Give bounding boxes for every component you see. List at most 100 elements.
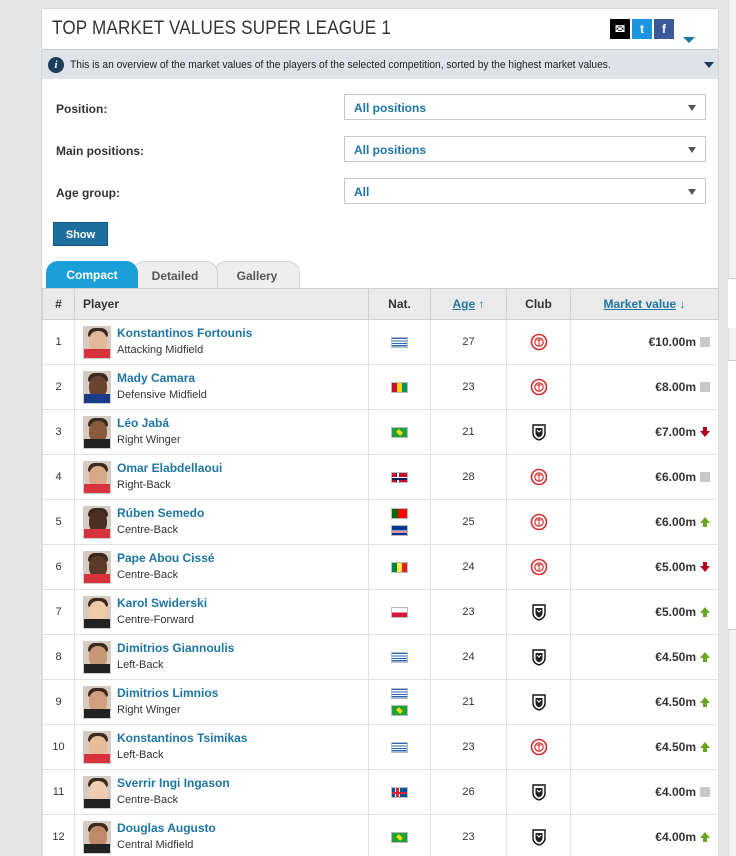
olympiacos-crest-icon[interactable] bbox=[530, 378, 548, 396]
player-name-link[interactable]: Rúben Semedo bbox=[117, 506, 204, 520]
player-name-link[interactable]: Dimitrios Limnios bbox=[117, 686, 218, 700]
player-photo[interactable] bbox=[83, 641, 111, 674]
right-column-box bbox=[728, 278, 736, 328]
player-photo[interactable] bbox=[83, 371, 111, 404]
paok-crest-icon[interactable] bbox=[530, 603, 548, 621]
position-select[interactable]: All positions bbox=[344, 94, 706, 120]
player-photo[interactable] bbox=[83, 461, 111, 494]
market-value-link[interactable]: €4.50m bbox=[655, 695, 696, 709]
olympiacos-crest-icon[interactable] bbox=[530, 333, 548, 351]
market-value-link[interactable]: €4.00m bbox=[655, 785, 696, 799]
rank-cell: 12 bbox=[42, 814, 75, 856]
table-row[interactable]: 11 Sverrir Ingi Ingason Centre-Back 26 €4.00… bbox=[42, 769, 719, 815]
player-photo[interactable] bbox=[83, 326, 111, 359]
col-header-number: # bbox=[42, 288, 75, 320]
info-bar[interactable]: i This is an overview of the market valu… bbox=[42, 49, 718, 79]
age-group-select[interactable]: All bbox=[344, 178, 706, 204]
olympiacos-crest-icon[interactable] bbox=[530, 738, 548, 756]
market-value-link[interactable]: €7.00m bbox=[655, 425, 696, 439]
paok-crest-icon[interactable] bbox=[530, 828, 548, 846]
table-row[interactable]: 4 Omar Elabdellaoui Right-Back 28 €6.00m bbox=[42, 454, 719, 500]
market-value-link[interactable]: €4.50m bbox=[655, 650, 696, 664]
paok-crest-icon[interactable] bbox=[530, 693, 548, 711]
show-button[interactable]: Show bbox=[53, 222, 108, 246]
rank-cell: 11 bbox=[42, 769, 75, 815]
player-name-link[interactable]: Konstantinos Tsimikas bbox=[117, 731, 247, 745]
player-photo[interactable] bbox=[83, 416, 111, 449]
player-cell: Dimitrios Limnios Right Winger bbox=[74, 679, 369, 725]
table-row[interactable]: 3 Léo Jabá Right Winger 21 €7.00m bbox=[42, 409, 719, 455]
table-row[interactable]: 7 Karol Swiderski Centre-Forward 23 €5.00m bbox=[42, 589, 719, 635]
market-value-link[interactable]: €5.00m bbox=[655, 605, 696, 619]
col-header-market-value[interactable]: Market value ↓ bbox=[570, 288, 719, 320]
player-name-link[interactable]: Mady Camara bbox=[117, 371, 195, 385]
table-row[interactable]: 12 Douglas Augusto Central Midfield 23 €4.00… bbox=[42, 814, 719, 856]
table-row[interactable]: 2 Mady Camara Defensive Midfield 23 €8.00m bbox=[42, 364, 719, 410]
col-header-age[interactable]: Age ↑ bbox=[430, 288, 507, 320]
player-name-link[interactable]: Pape Abou Cissé bbox=[117, 551, 215, 565]
market-value-link[interactable]: €8.00m bbox=[655, 380, 696, 394]
market-value-sort-link[interactable]: Market value bbox=[603, 297, 676, 311]
facebook-share-icon[interactable]: f bbox=[654, 19, 674, 39]
table-row[interactable]: 1 Konstantinos Fortounis Attacking Midfiel… bbox=[42, 319, 719, 365]
olympiacos-crest-icon[interactable] bbox=[530, 513, 548, 531]
market-value-cell: €5.00m bbox=[570, 589, 719, 635]
olympiacos-crest-icon[interactable] bbox=[530, 468, 548, 486]
flag-icon bbox=[391, 606, 408, 618]
market-value-link[interactable]: €5.00m bbox=[655, 560, 696, 574]
main-positions-select[interactable]: All positions bbox=[344, 136, 706, 162]
age-cell: 28 bbox=[430, 454, 507, 500]
player-name-link[interactable]: Sverrir Ingi Ingason bbox=[117, 776, 230, 790]
tab-detailed[interactable]: Detailed bbox=[132, 261, 218, 289]
info-icon: i bbox=[48, 57, 64, 73]
player-name-link[interactable]: Konstantinos Fortounis bbox=[117, 326, 252, 340]
select-value: All positions bbox=[354, 101, 426, 115]
player-photo[interactable] bbox=[83, 731, 111, 764]
player-photo[interactable] bbox=[83, 551, 111, 584]
player-name-link[interactable]: Douglas Augusto bbox=[117, 821, 216, 835]
player-name-link[interactable]: Léo Jabá bbox=[117, 416, 169, 430]
player-name-link[interactable]: Dimitrios Giannoulis bbox=[117, 641, 234, 655]
club-cell bbox=[506, 409, 571, 455]
age-cell: 23 bbox=[430, 589, 507, 635]
table-row[interactable]: 10 Konstantinos Tsimikas Left-Back 23 €4.50m bbox=[42, 724, 719, 770]
player-position: Centre-Back bbox=[117, 569, 179, 581]
market-value-link[interactable]: €6.00m bbox=[655, 515, 696, 529]
table-row[interactable]: 5 Rúben Semedo Centre-Back 25 €6.00m bbox=[42, 499, 719, 545]
age-sort-link[interactable]: Age bbox=[452, 297, 475, 311]
market-value-link[interactable]: €4.00m bbox=[655, 830, 696, 844]
table-row[interactable]: 8 Dimitrios Giannoulis Left-Back 24 €4.50m bbox=[42, 634, 719, 680]
player-name-link[interactable]: Omar Elabdellaoui bbox=[117, 461, 222, 475]
trend-up-icon bbox=[700, 517, 710, 527]
mail-share-icon[interactable]: ✉ bbox=[610, 19, 630, 39]
twitter-share-icon[interactable]: t bbox=[632, 19, 652, 39]
player-photo[interactable] bbox=[83, 596, 111, 629]
market-value-link[interactable]: €4.50m bbox=[655, 740, 696, 754]
share-dropdown-icon[interactable] bbox=[682, 31, 696, 43]
olympiacos-crest-icon[interactable] bbox=[530, 558, 548, 576]
nationality-cell bbox=[368, 319, 431, 365]
paok-crest-icon[interactable] bbox=[530, 423, 548, 441]
age-cell: 23 bbox=[430, 364, 507, 410]
player-photo[interactable] bbox=[83, 686, 111, 719]
trend-up-icon bbox=[700, 652, 710, 662]
rank-cell: 8 bbox=[42, 634, 75, 680]
paok-crest-icon[interactable] bbox=[530, 648, 548, 666]
table-row[interactable]: 6 Pape Abou Cissé Centre-Back 24 €5.00m bbox=[42, 544, 719, 590]
player-cell: Pape Abou Cissé Centre-Back bbox=[74, 544, 369, 590]
player-photo[interactable] bbox=[83, 506, 111, 539]
paok-crest-icon[interactable] bbox=[530, 783, 548, 801]
nationality-cell bbox=[368, 589, 431, 635]
player-photo[interactable] bbox=[83, 776, 111, 809]
table-row[interactable]: 9 Dimitrios Limnios Right Winger 21 €4.50m bbox=[42, 679, 719, 725]
tab-compact[interactable]: Compact bbox=[46, 261, 138, 289]
market-value-link[interactable]: €6.00m bbox=[655, 470, 696, 484]
trend-neutral-icon bbox=[700, 337, 710, 347]
age-cell: 21 bbox=[430, 409, 507, 455]
player-cell: Mady Camara Defensive Midfield bbox=[74, 364, 369, 410]
player-photo[interactable] bbox=[83, 821, 111, 854]
caret-down-icon[interactable] bbox=[704, 62, 714, 68]
player-name-link[interactable]: Karol Swiderski bbox=[117, 596, 207, 610]
tab-gallery[interactable]: Gallery bbox=[214, 261, 300, 289]
market-value-link[interactable]: €10.00m bbox=[649, 335, 696, 349]
